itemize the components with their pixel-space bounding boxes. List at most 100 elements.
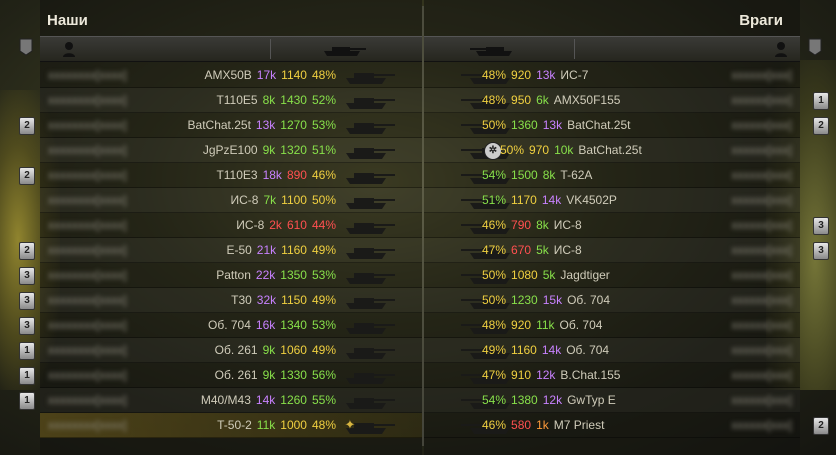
player-name[interactable]: xxxxxx[xxx] (731, 93, 792, 107)
rating-value: 790 (511, 218, 532, 232)
enemy-row[interactable]: ✲ 50% 970 10k BatChat.25t xxxxxx[xxx] (424, 138, 800, 163)
player-name[interactable]: xxxxxx[xxx] (731, 218, 792, 232)
battles-count: 17k (256, 68, 277, 82)
player-stats: 47% 910 12k B.Chat.155 (482, 368, 625, 382)
winrate-value: 48% (311, 418, 336, 432)
player-name[interactable]: xxxxxx[xxx] (731, 418, 792, 432)
winrate-value: 48% (482, 93, 507, 107)
player-name[interactable]: xxxxxx[xxx] (731, 393, 792, 407)
enemy-row[interactable]: 50% 1080 5k Jagdtiger xxxxxx[xxx] (424, 263, 800, 288)
tank-icon (340, 392, 398, 410)
enemy-row[interactable]: 47% 910 12k B.Chat.155 xxxxxx[xxx] (424, 363, 800, 388)
player-name[interactable]: xxxxxx[xxx] (731, 368, 792, 382)
player-name[interactable]: xxxxxxxx[xxxx] (48, 68, 127, 82)
ally-row[interactable]: xxxxxxxx[xxxx] ИС-8 7k 1100 50% (40, 188, 422, 213)
battles-count: 9k (262, 368, 276, 382)
tank-icon[interactable] (468, 41, 516, 57)
enemy-row[interactable]: 47% 670 5k ИС-8 xxxxxx[xxx] (424, 238, 800, 263)
enemy-row[interactable]: 49% 1160 14k Об. 704 xxxxxx[xxx] (424, 338, 800, 363)
enemy-row[interactable]: 48% 920 13k ИС-7 xxxxxx[xxx] (424, 63, 800, 88)
player-name[interactable]: xxxxxx[xxx] (731, 118, 792, 132)
winrate-value: 50% (482, 118, 507, 132)
rating-value: 1170 (511, 193, 537, 207)
mastery-badge-icon: 2 (19, 117, 35, 135)
rating-value: 1330 (280, 368, 307, 382)
player-name[interactable]: xxxxxxxx[xxxx] (48, 118, 127, 132)
rating-value: 1150 (281, 293, 307, 307)
player-name[interactable]: xxxxxxxx[xxxx] (48, 243, 127, 257)
battles-count: 2k (269, 218, 282, 232)
flag-icon (19, 38, 33, 56)
ally-row[interactable]: xxxxxxxx[xxxx] M40/M43 14k 1260 55% (40, 388, 422, 413)
tank-icon (340, 242, 398, 260)
player-name[interactable]: xxxxxx[xxx] (731, 168, 792, 182)
person-icon[interactable] (774, 41, 788, 57)
player-name[interactable]: xxxxxx[xxx] (731, 243, 792, 257)
tank-icon (340, 342, 398, 360)
enemy-row[interactable]: 50% 1230 15k Об. 704 xxxxxx[xxx] (424, 288, 800, 313)
player-name[interactable]: xxxxxxxx[xxxx] (48, 93, 127, 107)
ally-row[interactable]: xxxxxxxx[xxxx] T110E5 8k 1430 52% (40, 88, 422, 113)
player-stats: E-50 21k 1160 49% (221, 243, 336, 257)
player-name[interactable]: xxxxxxxx[xxxx] (48, 368, 127, 382)
player-name[interactable]: xxxxxx[xxx] (731, 293, 792, 307)
rating-value: 1100 (281, 193, 307, 207)
ally-row[interactable]: xxxxxxxx[xxxx] ИС-8 2k 610 44% (40, 213, 422, 238)
rating-value: 580 (511, 418, 532, 432)
ally-row[interactable]: xxxxxxxx[xxxx] Patton 22k 1350 53% (40, 263, 422, 288)
player-name[interactable]: xxxxxx[xxx] (731, 143, 792, 157)
enemy-row[interactable]: 48% 950 6k AMX50F155 xxxxxx[xxx] (424, 88, 800, 113)
ally-row[interactable]: xxxxxxxx[xxxx] T110E3 18k 890 46% (40, 163, 422, 188)
tank-name: ИС-8 (553, 218, 582, 232)
enemies-header (424, 36, 800, 62)
player-name[interactable]: xxxxxx[xxx] (731, 268, 792, 282)
player-name[interactable]: xxxxxx[xxx] (731, 68, 792, 82)
ally-row[interactable]: xxxxxxxx[xxxx] T-50-2 11k 1000 48% ✦ (40, 413, 422, 438)
player-name[interactable]: xxxxxxxx[xxxx] (48, 218, 127, 232)
battles-count: 16k (255, 318, 276, 332)
player-name[interactable]: xxxxxxxx[xxxx] (48, 168, 127, 182)
ally-row[interactable]: xxxxxxxx[xxxx] BatChat.25t 13k 1270 53% (40, 113, 422, 138)
enemy-row[interactable]: 50% 1360 13k BatChat.25t xxxxxx[xxx] (424, 113, 800, 138)
tank-icon (340, 67, 398, 85)
player-name[interactable]: xxxxxx[xxx] (731, 193, 792, 207)
rating-value: 1000 (280, 418, 307, 432)
enemy-row[interactable]: 48% 920 11k Об. 704 xxxxxx[xxx] (424, 313, 800, 338)
battles-count: 13k (542, 118, 563, 132)
player-name[interactable]: xxxxxxxx[xxxx] (48, 293, 127, 307)
ally-row[interactable]: xxxxxxxx[xxxx] Об. 261 9k 1060 49% (40, 338, 422, 363)
enemy-row[interactable]: 46% 580 1k M7 Priest xxxxxx[xxx] (424, 413, 800, 438)
battles-count: 9k (262, 143, 276, 157)
player-stats: T30 32k 1150 49% (226, 293, 336, 307)
player-name[interactable]: xxxxxxxx[xxxx] (48, 343, 127, 357)
ally-row[interactable]: xxxxxxxx[xxxx] JgPzE100 9k 1320 51% (40, 138, 422, 163)
player-name[interactable]: xxxxxxxx[xxxx] (48, 268, 127, 282)
ally-row[interactable]: xxxxxxxx[xxxx] T30 32k 1150 49% (40, 288, 422, 313)
rating-value: 890 (286, 168, 307, 182)
player-name[interactable]: xxxxxx[xxx] (731, 343, 792, 357)
winrate-value: 48% (311, 68, 336, 82)
mastery-badge-icon: 3 (19, 292, 35, 310)
tank-name: M40/M43 (200, 393, 251, 407)
person-icon[interactable] (62, 41, 76, 57)
player-stats: 54% 1380 12k GwTyp E (482, 393, 621, 407)
player-name[interactable]: xxxxxxxx[xxxx] (48, 318, 127, 332)
player-name[interactable]: xxxxxxxx[xxxx] (48, 418, 127, 432)
ally-row[interactable]: xxxxxxxx[xxxx] Об. 261 9k 1330 56% (40, 363, 422, 388)
enemy-row[interactable]: 51% 1170 14k VK4502P xxxxxx[xxx] (424, 188, 800, 213)
tank-name: BatChat.25t (187, 118, 251, 132)
rating-value: 950 (511, 93, 532, 107)
enemy-row[interactable]: 54% 1380 12k GwTyp E xxxxxx[xxx] (424, 388, 800, 413)
player-stats: T110E5 8k 1430 52% (211, 93, 336, 107)
enemy-row[interactable]: 46% 790 8k ИС-8 xxxxxx[xxx] (424, 213, 800, 238)
ally-row[interactable]: xxxxxxxx[xxxx] Об. 704 16k 1340 53% (40, 313, 422, 338)
player-name[interactable]: xxxxxxxx[xxxx] (48, 193, 127, 207)
player-name[interactable]: xxxxxxxx[xxxx] (48, 393, 127, 407)
tank-name: VK4502P (566, 193, 617, 207)
ally-row[interactable]: xxxxxxxx[xxxx] E-50 21k 1160 49% (40, 238, 422, 263)
tank-icon[interactable] (320, 41, 368, 57)
ally-row[interactable]: xxxxxxxx[xxxx] AMX50B 17k 1140 48% (40, 63, 422, 88)
player-name[interactable]: xxxxxxxx[xxxx] (48, 143, 127, 157)
enemy-row[interactable]: 54% 1500 8k T-62A xxxxxx[xxx] (424, 163, 800, 188)
player-name[interactable]: xxxxxx[xxx] (731, 318, 792, 332)
